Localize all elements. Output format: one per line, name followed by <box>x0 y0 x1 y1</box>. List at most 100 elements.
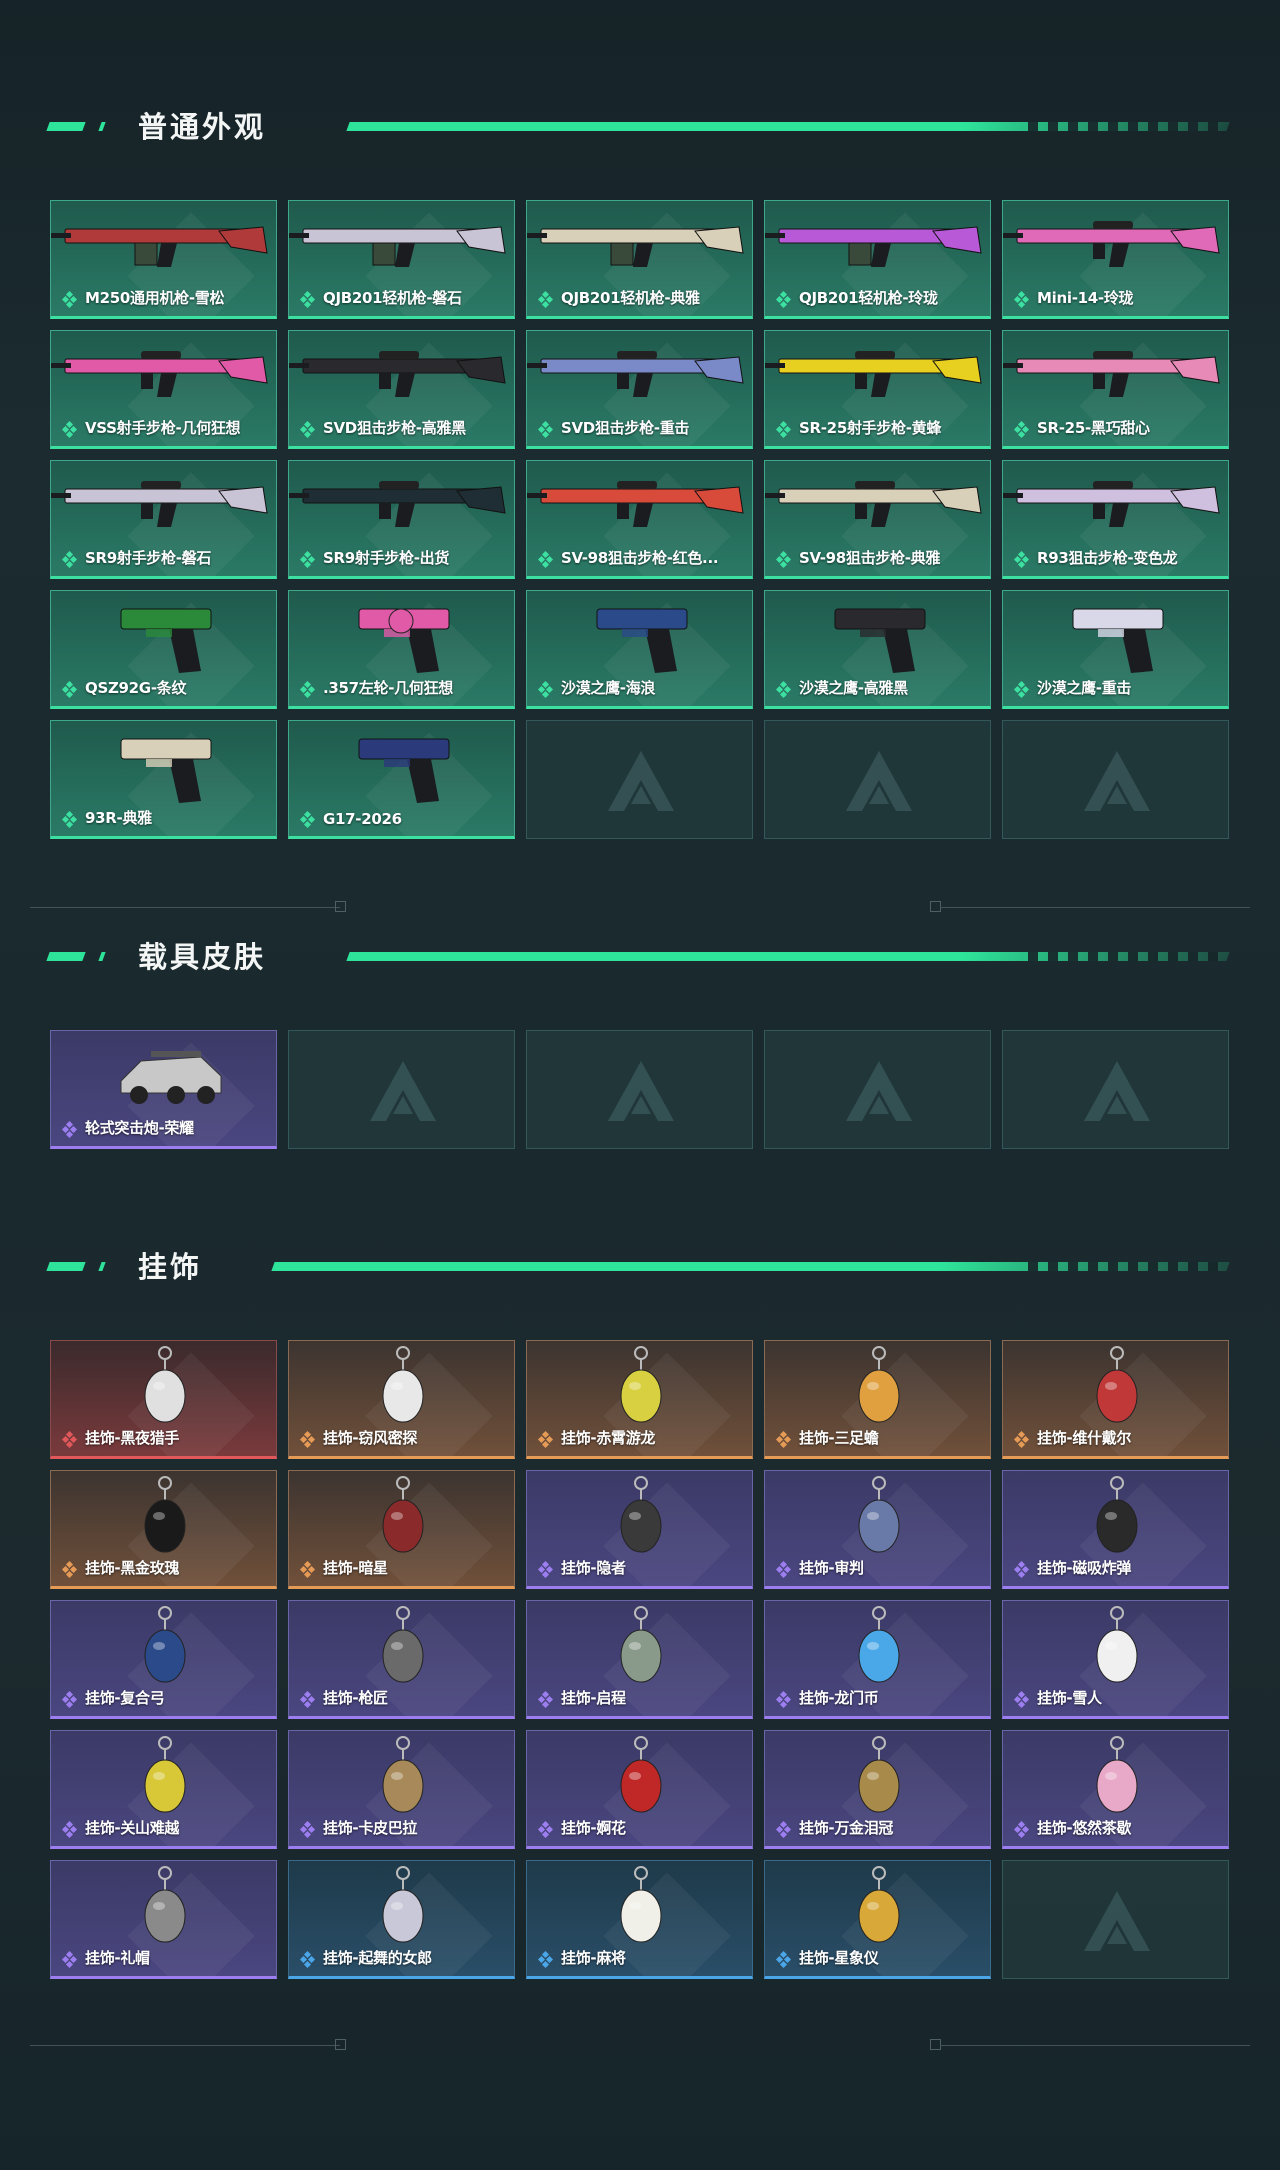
rarity-diamond-icon <box>61 810 78 829</box>
item-card[interactable]: 挂饰-悠然茶歇 <box>1002 1730 1229 1849</box>
item-name: 挂饰-隐者 <box>561 1559 626 1577</box>
header-accent-bar <box>46 1262 86 1271</box>
charm-icon <box>382 1606 424 1683</box>
item-card[interactable]: 沙漠之鹰-海浪 <box>526 590 753 709</box>
item-card[interactable]: 挂饰-黑金玫瑰 <box>50 1470 277 1589</box>
item-card[interactable]: 挂饰-龙门币 <box>764 1600 991 1719</box>
item-card[interactable]: 挂饰-磁吸炸弹 <box>1002 1470 1229 1589</box>
item-card[interactable]: 挂饰-枪匠 <box>288 1600 515 1719</box>
rarity-diamond-icon <box>1013 1820 1030 1839</box>
charm-icon <box>620 1606 662 1683</box>
item-card[interactable]: M250通用机枪-雪松 <box>50 200 277 319</box>
rarity-diamond-icon <box>1013 1560 1030 1579</box>
item-name: QSZ92G-条纹 <box>85 679 187 697</box>
item-card[interactable]: 沙漠之鹰-高雅黑 <box>764 590 991 709</box>
item-card[interactable]: 93R-典雅 <box>50 720 277 839</box>
item-card[interactable]: SV-98狙击步枪-红色... <box>526 460 753 579</box>
item-card[interactable]: 挂饰-三足蟾 <box>764 1340 991 1459</box>
section-title: 普通外观 <box>138 110 267 144</box>
item-name: 挂饰-启程 <box>561 1689 626 1707</box>
section-divider <box>30 898 1250 918</box>
item-card[interactable]: G17-2026 <box>288 720 515 839</box>
item-name: SR9射手步枪-出货 <box>323 549 450 567</box>
rarity-diamond-icon <box>299 1560 316 1579</box>
item-card[interactable]: QJB201轻机枪-磐石 <box>288 200 515 319</box>
item-card[interactable]: 挂饰-启程 <box>526 1600 753 1719</box>
charm-icon <box>1096 1346 1138 1423</box>
item-card[interactable]: SV-98狙击步枪-典雅 <box>764 460 991 579</box>
vehicle-skins-grid: 轮式突击炮-荣耀 <box>50 1030 1229 1149</box>
item-card[interactable]: 挂饰-起舞的女郎 <box>288 1860 515 1979</box>
rarity-diamond-icon <box>775 1820 792 1839</box>
item-name: 挂饰-关山难越 <box>85 1819 180 1837</box>
item-card[interactable]: 挂饰-赤霄游龙 <box>526 1340 753 1459</box>
item-card[interactable]: 挂饰-维什戴尔 <box>1002 1340 1229 1459</box>
item-card[interactable]: 轮式突击炮-荣耀 <box>50 1030 277 1149</box>
item-card[interactable]: 沙漠之鹰-重击 <box>1002 590 1229 709</box>
item-card[interactable]: SR9射手步枪-出货 <box>288 460 515 579</box>
game-logo-icon <box>846 751 912 811</box>
section-header-vehicles: 载具皮肤 <box>46 938 1230 978</box>
item-card[interactable]: VSS射手步枪-几何狂想 <box>50 330 277 449</box>
item-name: 沙漠之鹰-海浪 <box>561 679 656 697</box>
item-card[interactable]: 挂饰-麻将 <box>526 1860 753 1979</box>
charm-icon <box>620 1866 662 1943</box>
item-card[interactable]: SVD狙击步枪-重击 <box>526 330 753 449</box>
item-name: QJB201轻机枪-磐石 <box>323 289 462 307</box>
item-card[interactable]: SR9射手步枪-磐石 <box>50 460 277 579</box>
rarity-diamond-icon <box>537 290 554 309</box>
item-card[interactable]: 挂饰-审判 <box>764 1470 991 1589</box>
item-card[interactable]: 挂饰-万金泪冠 <box>764 1730 991 1849</box>
charm-icon <box>382 1346 424 1423</box>
item-card[interactable]: SR-25射手步枪-黄蜂 <box>764 330 991 449</box>
item-card[interactable]: Mini-14-玲珑 <box>1002 200 1229 319</box>
sniper-rifle-icon <box>1003 481 1220 527</box>
charm-icon <box>1096 1476 1138 1553</box>
item-card[interactable]: SVD狙击步枪-高雅黑 <box>288 330 515 449</box>
item-card[interactable]: QSZ92G-条纹 <box>50 590 277 709</box>
item-card[interactable]: 挂饰-暗星 <box>288 1470 515 1589</box>
item-name: QJB201轻机枪-玲珑 <box>799 289 938 307</box>
charm-icon <box>144 1736 186 1813</box>
item-name: G17-2026 <box>323 810 402 828</box>
item-card[interactable]: QJB201轻机枪-典雅 <box>526 200 753 319</box>
charm-icon <box>858 1606 900 1683</box>
item-card[interactable]: 挂饰-星象仪 <box>764 1860 991 1979</box>
game-logo-icon <box>370 1061 436 1121</box>
rarity-diamond-icon <box>1013 420 1030 439</box>
item-card[interactable]: 挂饰-婀花 <box>526 1730 753 1849</box>
charm-icon <box>1096 1606 1138 1683</box>
empty-slot <box>288 1030 515 1149</box>
game-logo-icon <box>1084 1061 1150 1121</box>
item-card[interactable]: QJB201轻机枪-玲珑 <box>764 200 991 319</box>
charm-icon <box>382 1736 424 1813</box>
item-name: SVD狙击步枪-高雅黑 <box>323 419 466 437</box>
item-name: SV-98狙击步枪-典雅 <box>799 549 941 567</box>
rarity-diamond-icon <box>61 550 78 569</box>
item-card[interactable]: 挂饰-复合弓 <box>50 1600 277 1719</box>
vehicle-icon <box>120 1051 222 1104</box>
item-card[interactable]: 挂饰-卡皮巴拉 <box>288 1730 515 1849</box>
item-card[interactable]: 挂饰-窃风密探 <box>288 1340 515 1459</box>
item-name: 挂饰-万金泪冠 <box>799 1819 894 1837</box>
item-card[interactable]: 挂饰-雪人 <box>1002 1600 1229 1719</box>
weapon-skins-grid: M250通用机枪-雪松 QJB201轻机枪-磐石 QJB201轻机枪-典雅 QJB20… <box>50 200 1229 839</box>
item-card[interactable]: SR-25-黑巧甜心 <box>1002 330 1229 449</box>
rarity-diamond-icon <box>299 550 316 569</box>
item-name: QJB201轻机枪-典雅 <box>561 289 700 307</box>
rarity-diamond-icon <box>61 1430 78 1449</box>
item-card[interactable]: 挂饰-隐者 <box>526 1470 753 1589</box>
rarity-diamond-icon <box>775 1560 792 1579</box>
section-divider <box>30 2036 1250 2056</box>
section-title: 载具皮肤 <box>138 940 267 974</box>
rarity-diamond-icon <box>537 1950 554 1969</box>
item-card[interactable]: 挂饰-黑夜猎手 <box>50 1340 277 1459</box>
item-name: VSS射手步枪-几何狂想 <box>85 419 241 437</box>
item-card[interactable]: 挂饰-关山难越 <box>50 1730 277 1849</box>
item-card[interactable]: R93狙击步枪-变色龙 <box>1002 460 1229 579</box>
item-name: 挂饰-雪人 <box>1037 1689 1102 1707</box>
item-card[interactable]: 挂饰-礼帽 <box>50 1860 277 1979</box>
pistol-icon <box>120 608 212 673</box>
item-name: 挂饰-婀花 <box>561 1819 626 1837</box>
item-card[interactable]: .357左轮-几何狂想 <box>288 590 515 709</box>
